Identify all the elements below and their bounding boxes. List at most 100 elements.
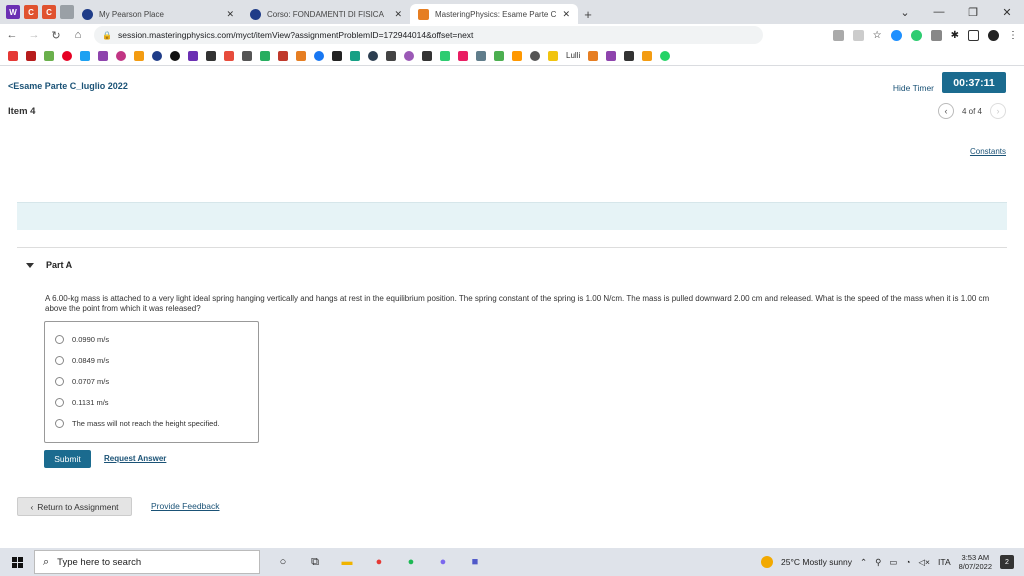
translate-icon[interactable] xyxy=(832,29,844,41)
chevron-up-icon[interactable]: ⌃ xyxy=(860,557,867,568)
next-item-button[interactable]: › xyxy=(990,103,1006,119)
twitter-icon[interactable] xyxy=(80,50,90,61)
weather-text[interactable]: 25°C Mostly sunny xyxy=(781,557,852,567)
breadcrumb[interactable]: <Esame Parte C_luglio 2022 xyxy=(8,81,128,91)
bookmark-icon[interactable] xyxy=(548,50,558,61)
minimize-icon[interactable]: — xyxy=(922,6,956,18)
tray-app-icon[interactable]: ⚲ xyxy=(875,557,881,568)
back-icon[interactable]: ← xyxy=(6,29,18,41)
bookmark-icon[interactable] xyxy=(476,50,486,61)
bookmark-icon[interactable] xyxy=(260,50,270,61)
bookmark-icon[interactable] xyxy=(224,50,234,61)
bookmark-icon[interactable] xyxy=(332,50,342,61)
battery-icon[interactable]: ▭ xyxy=(889,557,897,568)
close-tab-icon[interactable]: ✕ xyxy=(394,9,402,20)
wifi-icon[interactable]: ◔ xyxy=(905,557,910,567)
avatar[interactable] xyxy=(988,29,999,41)
bookmark-icon[interactable] xyxy=(98,50,108,61)
facebook-icon[interactable] xyxy=(314,50,324,61)
reload-icon[interactable]: ↻ xyxy=(50,29,62,42)
pearson-icon[interactable] xyxy=(152,50,162,61)
bookmark-icon[interactable] xyxy=(134,50,144,61)
clock[interactable]: 3:53 AM 8/07/2022 xyxy=(959,553,992,571)
sidepanel-icon[interactable] xyxy=(968,29,979,41)
request-answer-link[interactable]: Request Answer xyxy=(104,454,166,463)
pinned-tab-icon[interactable]: C xyxy=(42,5,56,19)
extension-icon[interactable] xyxy=(930,29,942,41)
return-to-assignment-button[interactable]: ‹ Return to Assignment xyxy=(17,497,132,516)
bookmark-icon[interactable] xyxy=(606,50,617,61)
choice-option[interactable]: 0.0990 m/s xyxy=(55,329,248,350)
submit-button[interactable]: Submit xyxy=(44,450,91,468)
cortana-icon[interactable]: ○ xyxy=(274,553,292,571)
bookmark-icon[interactable] xyxy=(296,50,306,61)
bookmark-lulli[interactable]: Lulli xyxy=(566,51,580,60)
start-button[interactable] xyxy=(0,548,34,576)
chrome-icon[interactable]: ● xyxy=(370,553,388,571)
bookmark-icon[interactable] xyxy=(458,50,468,61)
close-tab-icon[interactable]: ✕ xyxy=(226,9,234,20)
puzzle-icon[interactable]: ✱ xyxy=(951,30,959,41)
collapse-caret-icon[interactable] xyxy=(26,262,34,268)
tab-search-icon[interactable]: ⌄ xyxy=(888,6,922,19)
choice-option[interactable]: 0.0849 m/s xyxy=(55,350,248,371)
share-icon[interactable] xyxy=(852,29,864,41)
home-icon[interactable]: ⌂ xyxy=(72,29,84,41)
language-indicator[interactable]: ITA xyxy=(938,557,951,567)
radio-button[interactable] xyxy=(55,356,64,365)
choice-option[interactable]: The mass will not reach the height speci… xyxy=(55,413,248,434)
bookmark-icon[interactable] xyxy=(188,50,198,61)
forward-icon[interactable]: → xyxy=(28,29,40,41)
extension-icon[interactable] xyxy=(910,29,922,41)
bookmark-icon[interactable] xyxy=(530,50,540,61)
choice-option[interactable]: 0.1131 m/s xyxy=(55,392,248,413)
spotify-icon[interactable]: ● xyxy=(402,553,420,571)
new-tab-button[interactable]: + xyxy=(578,4,598,24)
task-view-icon[interactable]: ⧉ xyxy=(306,553,324,571)
bookmark-icon[interactable] xyxy=(642,50,653,61)
tab-corso[interactable]: Corso: FONDAMENTI DI FISICA ✕ xyxy=(242,4,410,24)
provide-feedback-link[interactable]: Provide Feedback xyxy=(151,501,220,511)
url-field[interactable]: 🔒 session.masteringphysics.com/myct/item… xyxy=(94,26,763,44)
apple-icon[interactable] xyxy=(242,50,252,61)
extension-icon[interactable] xyxy=(890,29,902,41)
bookmark-icon[interactable] xyxy=(422,50,432,61)
teams-icon[interactable]: ■ xyxy=(466,553,484,571)
bookmark-icon[interactable] xyxy=(368,50,378,61)
bookmark-icon[interactable] xyxy=(494,50,504,61)
part-header[interactable]: Part A xyxy=(26,260,72,270)
previous-item-button[interactable]: ‹ xyxy=(937,103,954,119)
bookmark-icon[interactable] xyxy=(278,50,288,61)
menu-icon[interactable]: ⋮ xyxy=(1008,30,1018,41)
volume-icon[interactable]: ◁× xyxy=(919,557,931,568)
close-window-icon[interactable]: ✕ xyxy=(990,6,1024,19)
pinned-tab-icon[interactable]: W xyxy=(6,5,20,19)
notification-icon[interactable]: 2 xyxy=(1000,555,1014,569)
pinned-tab-icon[interactable] xyxy=(60,5,74,19)
discord-icon[interactable]: ● xyxy=(434,553,452,571)
instagram-icon[interactable] xyxy=(116,50,126,61)
star-icon[interactable]: ☆ xyxy=(873,30,882,41)
bookmark-icon[interactable] xyxy=(44,50,54,61)
close-tab-icon[interactable]: ✕ xyxy=(562,9,570,20)
weather-icon[interactable] xyxy=(761,556,774,568)
bookmark-icon[interactable] xyxy=(512,50,522,61)
whatsapp-icon[interactable] xyxy=(660,50,671,61)
pinterest-icon[interactable] xyxy=(62,50,72,61)
choice-option[interactable]: 0.0707 m/s xyxy=(55,371,248,392)
tab-mastering-physics[interactable]: MasteringPhysics: Esame Parte C ✕ xyxy=(410,4,578,24)
radio-button[interactable] xyxy=(55,335,64,344)
taskbar-search-field[interactable]: ⌕ Type here to search xyxy=(34,550,260,574)
bookmark-icon[interactable] xyxy=(386,50,396,61)
tab-my-pearson-place[interactable]: My Pearson Place ✕ xyxy=(74,4,242,24)
bookmark-icon[interactable] xyxy=(588,50,599,61)
bookmark-icon[interactable] xyxy=(170,50,180,61)
bookmark-icon[interactable] xyxy=(440,50,450,61)
hide-timer-link[interactable]: Hide Timer xyxy=(893,83,934,93)
bookmark-icon[interactable] xyxy=(624,50,635,61)
bookmark-icon[interactable] xyxy=(26,50,36,61)
bookmark-icon[interactable] xyxy=(350,50,360,61)
pinned-tab-icon[interactable]: C xyxy=(24,5,38,19)
maximize-icon[interactable]: ❐ xyxy=(956,6,990,19)
bookmark-icon[interactable] xyxy=(8,50,18,61)
